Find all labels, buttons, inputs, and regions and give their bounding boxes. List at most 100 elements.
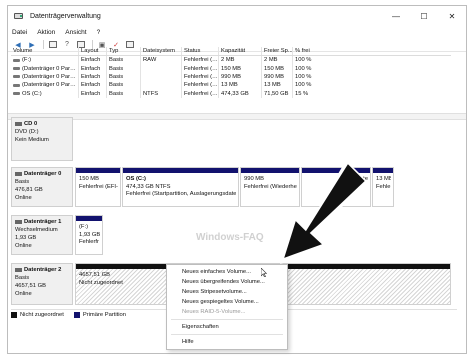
disk-info-line: Online (15, 291, 32, 297)
cell-text: 100 % (295, 82, 312, 89)
volume-table: Volume Layout Typ Dateisystem Status Kap… (11, 47, 451, 98)
cell-text: Fehlerfrei (… (184, 73, 218, 80)
menu-item-new-striped-volume[interactable]: Neues Stripesetvolume... (167, 287, 287, 297)
cd-drive-icon (15, 122, 22, 126)
partition-text: 150 MB (79, 176, 99, 182)
disk-label-cd0[interactable]: CD 0 DVD (D:) Kein Medium (11, 117, 73, 161)
partition-text: (F:) (79, 224, 89, 230)
cell-status: Fehlerfrei (… (182, 56, 219, 65)
mouse-cursor-icon (261, 268, 267, 277)
cell-freier-speicher: 71,50 GB (262, 89, 293, 98)
watermark: Windows-FAQ (196, 232, 264, 243)
cell-kapazitaet: 990 MB (219, 72, 262, 82)
disk-row-disk0: Datenträger 0 Basis 476,81 GB Online 150… (11, 167, 457, 207)
column-header-status[interactable]: Status (182, 47, 219, 55)
disk-info-line: Wechselmedium (15, 227, 58, 233)
column-header-volume[interactable]: Volume (11, 47, 79, 55)
cell-status: Fehlerfrei (… (182, 64, 219, 73)
partition-recovery-2[interactable]: herste (301, 167, 371, 207)
disk-name: Datenträger 0 (24, 171, 62, 177)
volume-drive-icon (13, 67, 20, 71)
legend-swatch-unallocated (11, 311, 17, 318)
disk-info-line: Basis (15, 179, 30, 185)
cell-text: Fehlerfrei (… (184, 57, 218, 64)
cell-typ: Basis (107, 56, 141, 65)
column-header-layout[interactable]: Layout (79, 47, 107, 55)
context-menu: Neues einfaches Volume... Neues übergrei… (166, 264, 288, 350)
disk-row-cd0: CD 0 DVD (D:) Kein Medium (11, 117, 457, 161)
cell-text: 990 MB (221, 73, 241, 80)
cell-layout: Einfach (79, 81, 107, 90)
cell-text: 71,50 GB (264, 90, 289, 97)
cell-text: (Datenträger 0 Par… (22, 65, 76, 72)
partition-efi[interactable]: 150 MB Fehlerfrei (EFI-S (75, 167, 121, 207)
cell-volume: OS (C:) (11, 89, 79, 98)
cell-text: Einfach (81, 57, 101, 64)
partition-recovery[interactable]: 990 MB Fehlerfrei (Wiederhe (240, 167, 300, 207)
partition-text: Fehlerfrei (Wiederhe (244, 183, 297, 190)
cell-volume: (F:) (11, 56, 79, 65)
cell-freier-speicher: 150 MB (262, 64, 293, 73)
menu-item-new-mirrored-volume[interactable]: Neues gespiegeltes Volume... (167, 297, 287, 307)
cell-text: 13 MB (264, 82, 281, 89)
menu-datei[interactable]: Datei (12, 29, 27, 36)
partition-text: Fehlerfrei (EFI-S (79, 183, 118, 190)
partition-text: 13 MB (376, 176, 391, 182)
close-button[interactable]: ✕ (438, 6, 466, 26)
column-header-dateisystem[interactable]: Dateisystem (141, 47, 182, 55)
partition-13mb[interactable]: 13 MBFehle (372, 167, 394, 207)
maximize-button[interactable]: ☐ (410, 6, 438, 26)
table-row[interactable]: (Datenträger 0 Par… Einfach Basis Fehlerfre… (11, 72, 451, 82)
cell-text: Einfach (81, 73, 101, 80)
partition-os-c[interactable]: OS (C:) 474,33 GB NTFS Fehlerfrei (Startpa… (122, 167, 239, 207)
window-title: Datenträgerverwaltung (30, 12, 101, 20)
cell-text: 150 MB (221, 65, 241, 72)
table-row[interactable]: (F:) Einfach Basis RAW Fehlerfrei (… 2 MB 2 MB… (11, 56, 451, 65)
cell-text: (Datenträger 0 Par… (22, 73, 76, 80)
disk-info-line: 476,81 GB (15, 187, 43, 193)
cell-text: RAW (143, 57, 157, 64)
partition-text: 990 MB (244, 176, 264, 182)
disk-name: Datenträger 1 (24, 219, 62, 225)
disk-label-disk2[interactable]: Datenträger 2 Basis 4657,51 GB Online (11, 263, 73, 305)
menu-item-properties[interactable]: Eigenschaften (167, 322, 287, 332)
cell-layout: Einfach (79, 56, 107, 65)
menu-item-new-spanned-volume[interactable]: Neues übergreifendes Volume... (167, 277, 287, 287)
table-row[interactable]: OS (C:) Einfach Basis NTFS Fehlerfrei (… 474,… (11, 89, 451, 98)
cell-text: Fehlerfrei (… (184, 90, 218, 97)
menu-item-help[interactable]: Hilfe (167, 337, 287, 347)
cell-text: Einfach (81, 90, 101, 97)
cell-text: Basis (109, 82, 124, 89)
partition-f[interactable]: (F:)1,93 GB RFehlerfr (75, 215, 103, 255)
partition-text: herste (351, 176, 368, 182)
volume-drive-icon (13, 58, 20, 62)
column-header-freier-speicher[interactable]: Freier Sp... (262, 47, 293, 55)
cell-volume: (Datenträger 0 Par… (11, 81, 79, 90)
menu-aktion[interactable]: Aktion (37, 29, 55, 36)
cell-dateisystem (141, 81, 182, 90)
column-header-kapazitaet[interactable]: Kapazität (219, 47, 262, 55)
cell-volume: (Datenträger 0 Par… (11, 64, 79, 73)
column-header-typ[interactable]: Typ (107, 47, 141, 55)
cell-text: 100 % (295, 73, 312, 80)
menu-help[interactable]: ? (97, 29, 101, 36)
cell-dateisystem: RAW (141, 56, 182, 65)
cell-text: Einfach (81, 65, 101, 72)
menu-ansicht[interactable]: Ansicht (65, 29, 86, 36)
minimize-button[interactable]: — (382, 6, 410, 26)
cell-prozent-frei: 100 % (293, 56, 323, 64)
disk-label-disk1[interactable]: Datenträger 1 Wechselmedium 1,93 GB Onli… (11, 215, 73, 255)
disk-name: CD 0 (24, 121, 38, 127)
disk-info-line: Online (15, 243, 32, 249)
table-row[interactable]: (Datenträger 0 Par… Einfach Basis Fehlerfre… (11, 64, 451, 73)
cell-text: 2 MB (221, 57, 235, 64)
menu-item-new-simple-volume[interactable]: Neues einfaches Volume... (167, 267, 287, 277)
cell-text: 15 % (295, 90, 309, 97)
partition-text: 474,33 GB NTFS (126, 183, 171, 190)
table-row[interactable]: (Datenträger 0 Par… Einfach Basis Fehlerfre… (11, 81, 451, 90)
column-header-prozent-frei[interactable]: % frei (293, 47, 323, 55)
cell-text: NTFS (143, 90, 159, 97)
disk-label-disk0[interactable]: Datenträger 0 Basis 476,81 GB Online (11, 167, 73, 207)
cell-volume: (Datenträger 0 Par… (11, 72, 79, 82)
disk-info-line: DVD (D:) (15, 129, 39, 135)
